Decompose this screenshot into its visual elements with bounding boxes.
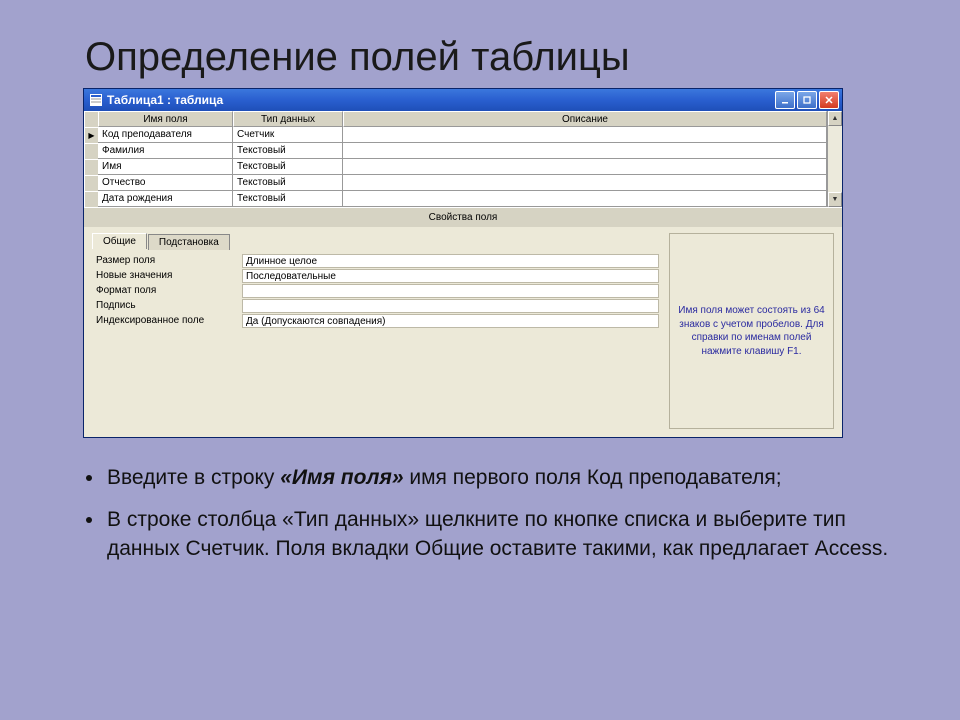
scroll-up-icon[interactable]: ▲ [828,111,842,126]
vertical-scrollbar[interactable]: ▲ ▼ [827,111,842,207]
close-button[interactable] [819,91,839,109]
field-properties-title: Свойства поля [84,207,842,227]
prop-label: Новые значения [92,270,242,281]
cell-type[interactable]: Счетчик [233,127,343,143]
prop-label: Размер поля [92,255,242,266]
slide: Определение полей таблицы Таблица1 : таб… [0,0,960,720]
prop-value[interactable]: Длинное целое [242,254,659,268]
tabs: Общие Подстановка [92,233,659,249]
prop-value[interactable] [242,299,659,313]
scroll-down-icon[interactable]: ▼ [828,192,842,207]
cell-desc[interactable] [343,175,827,191]
rowhandle-corner [84,111,98,127]
cell-type[interactable]: Текстовый [233,191,343,207]
cell-name[interactable]: Отчество [98,175,233,191]
property-row[interactable]: Формат поля [92,283,659,298]
row-marker[interactable] [84,143,98,159]
property-list: Размер поля Длинное целое Новые значения… [92,253,659,328]
prop-value[interactable] [242,284,659,298]
grid-header-row: Имя поля Тип данных Описание [84,111,827,127]
col-header-name[interactable]: Имя поля [98,111,233,127]
bullet-list: Введите в строку «Имя поля» имя первого … [83,464,905,563]
tab-general[interactable]: Общие [92,233,147,249]
cell-type[interactable]: Текстовый [233,175,343,191]
bullet-item: Введите в строку «Имя поля» имя первого … [105,464,905,492]
cell-type[interactable]: Текстовый [233,159,343,175]
cell-name[interactable]: Дата рождения [98,191,233,207]
cell-desc[interactable] [343,127,827,143]
row-marker[interactable] [84,159,98,175]
property-row[interactable]: Индексированное поле Да (Допускаются сов… [92,313,659,328]
row-marker[interactable] [84,191,98,207]
bullet-text: Введите в строку [107,466,280,489]
property-row[interactable]: Подпись [92,298,659,313]
grid-row[interactable]: Фамилия Текстовый [84,143,827,159]
grid-row[interactable]: Отчество Текстовый [84,175,827,191]
table-icon [89,93,103,107]
cell-type[interactable]: Текстовый [233,143,343,159]
properties-left: Общие Подстановка Размер поля Длинное це… [92,233,659,429]
row-marker[interactable] [84,175,98,191]
grid-row[interactable]: Имя Текстовый [84,159,827,175]
prop-label: Формат поля [92,285,242,296]
cell-name[interactable]: Код преподавателя [98,127,233,143]
property-row[interactable]: Размер поля Длинное целое [92,253,659,268]
prop-label: Индексированное поле [92,315,242,326]
field-properties-pane: Общие Подстановка Размер поля Длинное це… [84,227,842,437]
cell-desc[interactable] [343,191,827,207]
help-pane: Имя поля может состоять из 64 знаков с у… [669,233,834,429]
access-window: Таблица1 : таблица Имя поля Тип данных О… [83,88,843,438]
property-row[interactable]: Новые значения Последовательные [92,268,659,283]
titlebar[interactable]: Таблица1 : таблица [84,89,842,111]
col-header-type[interactable]: Тип данных [233,111,343,127]
tab-lookup[interactable]: Подстановка [148,234,230,250]
cell-desc[interactable] [343,143,827,159]
prop-value[interactable]: Да (Допускаются совпадения) [242,314,659,328]
bullet-text: имя первого поля Код преподавателя; [404,466,782,489]
scroll-track[interactable] [828,126,842,192]
bullet-item: В строке столбца «Тип данных» щелкните п… [105,506,905,563]
prop-value[interactable]: Последовательные [242,269,659,283]
slide-title: Определение полей таблицы [85,35,905,80]
bullet-emph: «Имя поля» [280,466,403,489]
grid-row[interactable]: Дата рождения Текстовый [84,191,827,207]
prop-label: Подпись [92,300,242,311]
window-title: Таблица1 : таблица [107,93,775,107]
cell-name[interactable]: Имя [98,159,233,175]
cell-desc[interactable] [343,159,827,175]
grid-row[interactable]: ▶ Код преподавателя Счетчик [84,127,827,143]
field-grid: Имя поля Тип данных Описание ▶ Код препо… [84,111,842,207]
maximize-button[interactable] [797,91,817,109]
window-buttons [775,91,839,109]
minimize-button[interactable] [775,91,795,109]
row-marker[interactable]: ▶ [84,127,98,143]
cell-name[interactable]: Фамилия [98,143,233,159]
col-header-desc[interactable]: Описание [343,111,827,127]
